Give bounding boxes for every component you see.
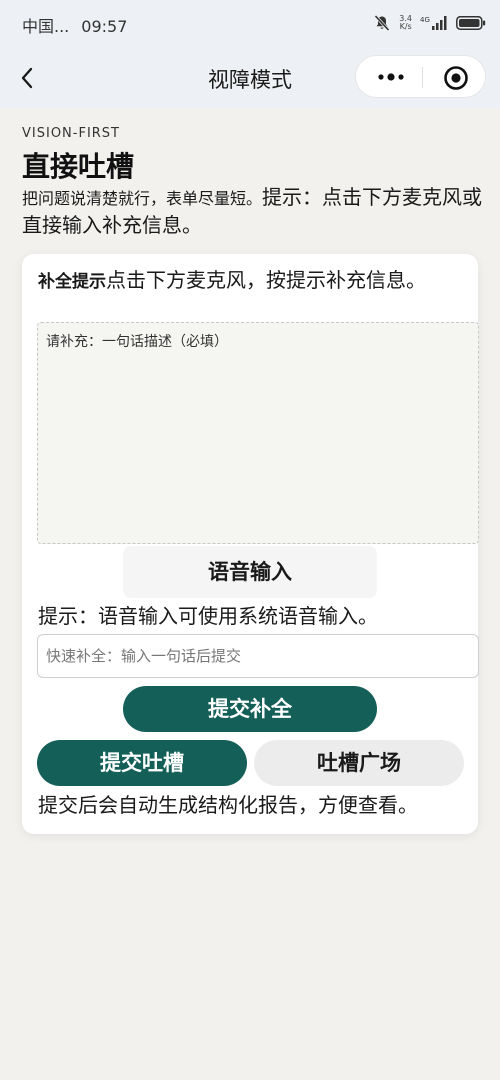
voice-tip: 提示：语音输入可使用系统语音输入。	[38, 604, 378, 628]
footer-note: 提交后会自动生成结构化报告，方便查看。	[38, 793, 418, 817]
navigation-bar: 视障模式	[0, 48, 500, 108]
eyebrow-label: VISION-FIRST	[22, 126, 120, 141]
intro-text: 把问题说清楚就行，表单尽量短。提示：点击下方麦克风或直接输入补充信息。	[22, 184, 482, 240]
mute-icon	[374, 14, 390, 32]
more-icon[interactable]	[374, 68, 408, 86]
capsule-divider	[422, 67, 423, 88]
signal-icon: 4G	[420, 16, 447, 30]
carrier-label: 中国...	[22, 17, 70, 36]
description-textarea[interactable]: 请补充：一句话描述（必填）	[37, 322, 479, 544]
page-title-nav: 视障模式	[208, 68, 292, 92]
feedback-card: 补全提示点击下方麦克风，按提示补充信息。 请补充：一句话描述（必填） 语音输入 …	[22, 254, 479, 834]
target-icon[interactable]	[443, 65, 469, 91]
submit-rant-button[interactable]: 提交吐槽	[37, 740, 247, 786]
mini-program-capsule	[355, 55, 486, 98]
status-icons: 3.4 K/s 4G	[373, 12, 486, 34]
voice-input-button[interactable]: 语音输入	[123, 546, 377, 598]
net-speed: 3.4 K/s	[399, 15, 412, 31]
fill-hint: 补全提示点击下方麦克风，按提示补充信息。	[38, 268, 438, 295]
fill-hint-text: 点击下方麦克风，按提示补充信息。	[106, 268, 426, 292]
battery-icon	[456, 16, 486, 30]
chevron-left-icon[interactable]	[16, 65, 40, 91]
net-speed-unit: K/s	[399, 22, 412, 31]
network-type-label: 4G	[420, 16, 430, 24]
submit-fill-button[interactable]: 提交补全	[123, 686, 377, 732]
status-left: 中国... 09:57	[22, 13, 127, 37]
fill-hint-label: 补全提示	[38, 272, 106, 292]
status-bar: 中国... 09:57 3.4 K/s 4G	[0, 0, 500, 48]
intro-small: 把问题说清楚就行，表单尽量短。	[22, 189, 263, 208]
page-heading: 直接吐槽	[22, 150, 135, 183]
quick-fill-input[interactable]: 快速补全：输入一句话后提交	[37, 634, 479, 678]
clock: 09:57	[81, 17, 128, 36]
rant-square-button[interactable]: 吐槽广场	[254, 740, 464, 786]
